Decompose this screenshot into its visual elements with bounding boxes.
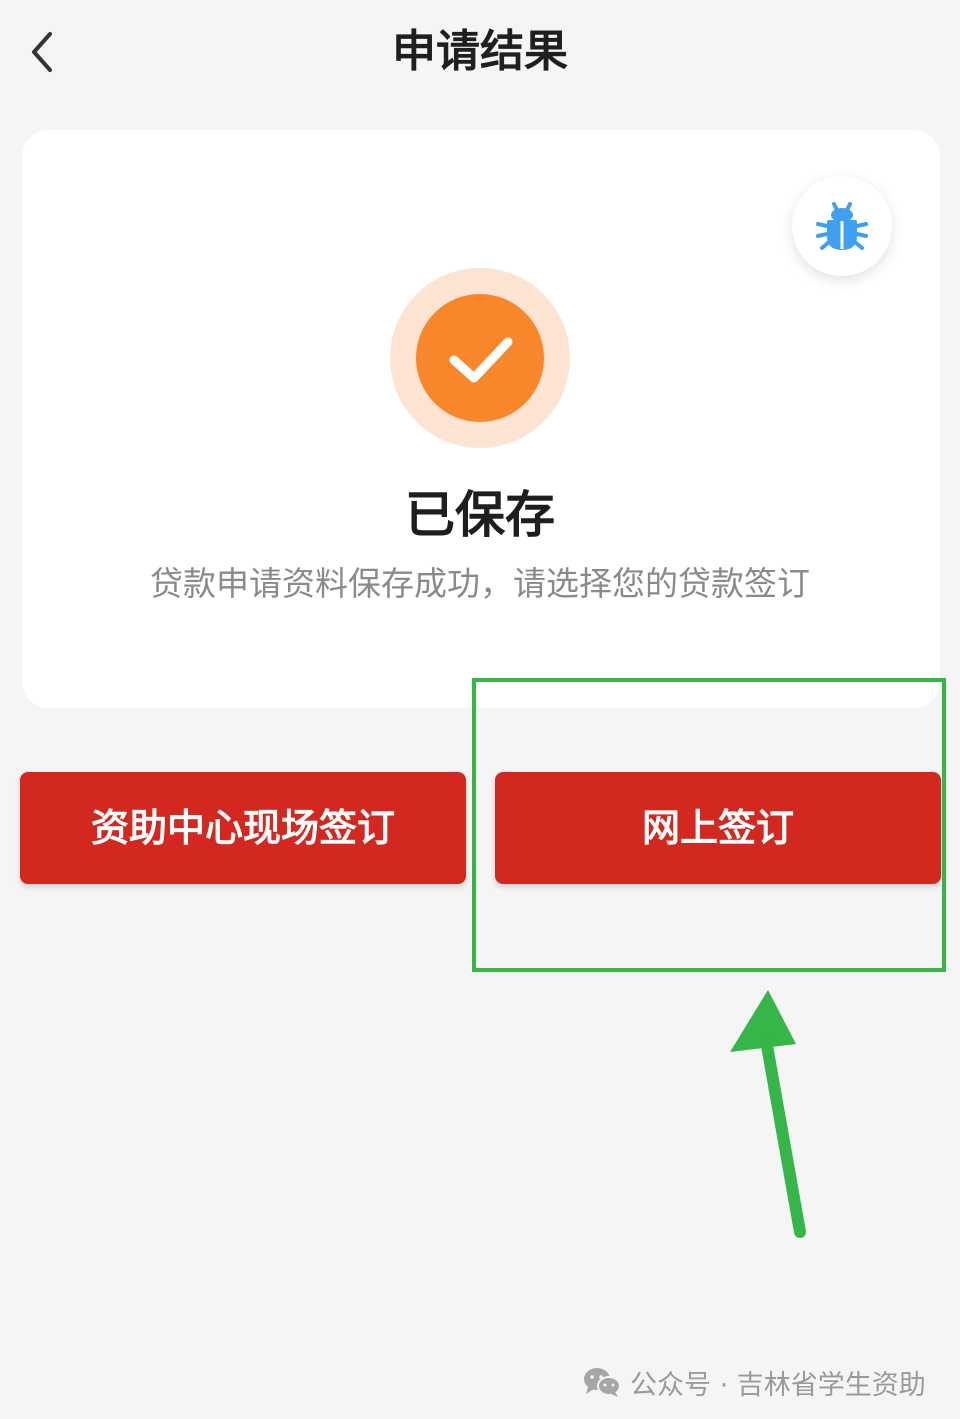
watermark-text: 公众号 · 吉林省学生资助 bbox=[630, 1369, 926, 1401]
check-circle-icon bbox=[390, 268, 570, 448]
header-bar: 申请结果 bbox=[0, 0, 960, 110]
online-sign-button[interactable]: 网上签订 bbox=[495, 772, 941, 884]
watermark: 公众号 · 吉林省学生资助 bbox=[582, 1360, 926, 1404]
page-title: 申请结果 bbox=[392, 26, 568, 77]
status-title: 已保存 bbox=[405, 486, 555, 544]
onsite-sign-button[interactable]: 资助中心现场签订 bbox=[20, 772, 466, 884]
wechat-icon bbox=[584, 1368, 621, 1397]
status-description: 贷款申请资料保存成功，请选择您的贷款签订 bbox=[150, 564, 810, 603]
debug-button[interactable] bbox=[792, 176, 892, 276]
bug-icon bbox=[816, 202, 868, 250]
pointer-arrow bbox=[730, 990, 806, 1238]
